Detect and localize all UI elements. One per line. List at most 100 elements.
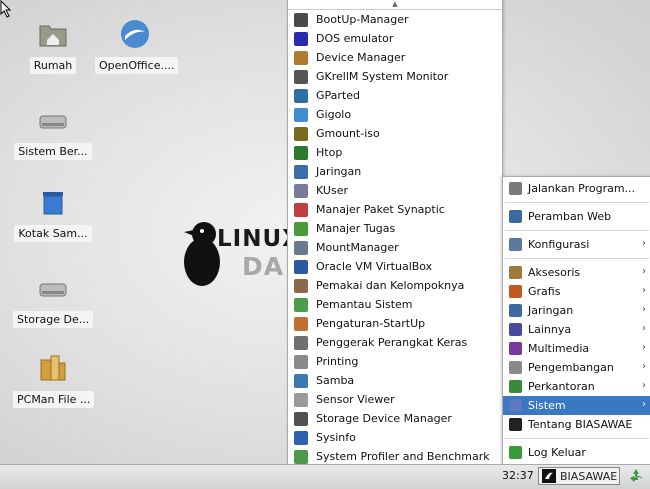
start-menu-item[interactable]: Log Keluar xyxy=(503,443,650,462)
bootup-icon xyxy=(294,12,308,27)
submenu-item-label: KUser xyxy=(316,184,348,197)
start-menu-item[interactable]: Tentang BIASAWAE xyxy=(503,415,650,434)
chevron-right-icon: › xyxy=(642,304,646,315)
penguin-bird-icon xyxy=(184,222,220,286)
submenu-item-label: Pemantau Sistem xyxy=(316,298,413,311)
submenu-item-label: Jaringan xyxy=(316,165,362,178)
submenu-items: BootUp-Manager DOS emulator Device Manager… xyxy=(288,10,502,485)
submenu-item[interactable]: GKrellM System Monitor xyxy=(288,67,502,86)
submenu-item[interactable]: Penggerak Perangkat Keras xyxy=(288,333,502,352)
submenu-item[interactable]: Pemakai dan Kelompoknya xyxy=(288,276,502,295)
start-menu-item-label: Konfigurasi xyxy=(528,238,590,251)
synaptic-icon xyxy=(294,202,308,217)
gigolo-icon xyxy=(294,107,308,122)
office-icon xyxy=(509,380,522,393)
samba-icon xyxy=(294,373,308,388)
start-menu-item-label: Peramban Web xyxy=(528,210,612,223)
submenu-item[interactable]: GParted xyxy=(288,86,502,105)
desktop-icon-label: Kotak Sam... xyxy=(14,225,92,242)
start-menu-item[interactable]: Jaringan › xyxy=(503,301,650,320)
start-menu-item[interactable]: Peramban Web xyxy=(503,207,650,226)
start-menu-item-label: Log Keluar xyxy=(528,446,586,459)
menu-separator xyxy=(505,438,649,439)
submenu-item[interactable]: Pengaturan-StartUp xyxy=(288,314,502,333)
desktop-icon-label: Sistem Ber... xyxy=(14,143,92,160)
start-menu-item[interactable]: Lainnya › xyxy=(503,320,650,339)
home-folder-icon xyxy=(39,25,67,47)
submenu-item[interactable]: Storage Device Manager xyxy=(288,409,502,428)
start-menu-item-label: Multimedia xyxy=(528,342,590,355)
desktop-icon-pcman-file-manager[interactable]: PCMan File ... xyxy=(13,352,95,411)
task-manager-icon xyxy=(294,221,308,236)
submenu-item-label: Penggerak Perangkat Keras xyxy=(316,336,468,349)
development-icon xyxy=(509,361,522,374)
menu-separator xyxy=(505,258,649,259)
start-menu-item[interactable]: Perkantoran › xyxy=(503,377,650,396)
submenu-item[interactable]: Printing xyxy=(288,352,502,371)
desktop-icon-rumah[interactable]: Rumah xyxy=(13,18,93,77)
system-icon xyxy=(509,399,522,412)
openoffice-icon xyxy=(121,20,149,48)
taskbar-clock[interactable]: 32:37 xyxy=(502,469,534,482)
submenu-item-label: GParted xyxy=(316,89,360,102)
about-icon xyxy=(509,418,522,431)
chevron-right-icon: › xyxy=(642,342,646,353)
desktop-icon-kotak-sampah[interactable]: Kotak Sam... xyxy=(13,186,93,245)
submenu-item[interactable]: Htop xyxy=(288,143,502,162)
submenu-item[interactable]: Device Manager xyxy=(288,48,502,67)
submenu-item-label: Sensor Viewer xyxy=(316,393,395,406)
multimedia-icon xyxy=(509,342,522,355)
sysinfo-icon xyxy=(294,430,308,445)
submenu-item[interactable]: BootUp-Manager xyxy=(288,10,502,29)
desktop-icon-sistem-berkas[interactable]: Sistem Ber... xyxy=(13,104,93,163)
start-menu-item[interactable]: Multimedia › xyxy=(503,339,650,358)
dos-icon xyxy=(294,31,308,46)
start-menu-item[interactable]: Pengembangan › xyxy=(503,358,650,377)
submenu-item[interactable]: DOS emulator xyxy=(288,29,502,48)
submenu-item[interactable]: Manajer Tugas xyxy=(288,219,502,238)
start-menu-item[interactable]: Jalankan Program... xyxy=(503,179,650,198)
submenu-item[interactable]: Pemantau Sistem xyxy=(288,295,502,314)
submenu-item-label: GKrellM System Monitor xyxy=(316,70,449,83)
chevron-right-icon: › xyxy=(642,323,646,334)
start-menu-item[interactable]: Sistem › xyxy=(503,396,650,415)
mouse-cursor-icon xyxy=(0,0,12,18)
printer-icon xyxy=(294,354,308,369)
submenu-item-label: Gmount-iso xyxy=(316,127,380,140)
start-menu-button[interactable]: BIASAWAE xyxy=(538,467,620,485)
desktop-icon-openoffice[interactable]: OpenOffice.... xyxy=(95,18,179,77)
submenu-item[interactable]: Gigolo xyxy=(288,105,502,124)
menu-separator xyxy=(505,230,649,231)
submenu-item[interactable]: Sensor Viewer xyxy=(288,390,502,409)
device-manager-icon xyxy=(294,50,308,65)
submenu-scroll-up-icon[interactable]: ▲ xyxy=(288,0,502,10)
kuser-icon xyxy=(294,183,308,198)
submenu-item[interactable]: Oracle VM VirtualBox xyxy=(288,257,502,276)
tray-recycle-icon[interactable] xyxy=(628,468,644,484)
start-menu-item[interactable]: Konfigurasi › xyxy=(503,235,650,254)
submenu-item[interactable]: Gmount-iso xyxy=(288,124,502,143)
menu-separator xyxy=(505,202,649,203)
desktop-icon-label: OpenOffice.... xyxy=(95,57,179,74)
start-menu-item[interactable]: Aksesoris › xyxy=(503,263,650,282)
web-browser-icon xyxy=(509,210,522,223)
mount-icon xyxy=(294,240,308,255)
run-icon xyxy=(509,182,522,195)
submenu-item[interactable]: Sysinfo xyxy=(288,428,502,447)
submenu-item[interactable]: KUser xyxy=(288,181,502,200)
start-menu-item-label: Aksesoris xyxy=(528,266,581,279)
desktop-icon-label: Storage De... xyxy=(13,311,94,328)
submenu-item-label: Manajer Tugas xyxy=(316,222,396,235)
chevron-right-icon: › xyxy=(642,238,646,249)
submenu-item-label: Device Manager xyxy=(316,51,406,64)
chevron-right-icon: › xyxy=(642,361,646,372)
desktop-icon-storage-device[interactable]: Storage De... xyxy=(13,272,94,331)
hardware-icon xyxy=(294,335,308,350)
start-menu-item[interactable]: Grafis › xyxy=(503,282,650,301)
submenu-item[interactable]: Manajer Paket Synaptic xyxy=(288,200,502,219)
submenu-item[interactable]: MountManager xyxy=(288,238,502,257)
submenu-item[interactable]: Jaringan xyxy=(288,162,502,181)
submenu-item-label: Htop xyxy=(316,146,343,159)
submenu-item[interactable]: Samba xyxy=(288,371,502,390)
submenu-item-label: System Profiler and Benchmark xyxy=(316,450,490,463)
